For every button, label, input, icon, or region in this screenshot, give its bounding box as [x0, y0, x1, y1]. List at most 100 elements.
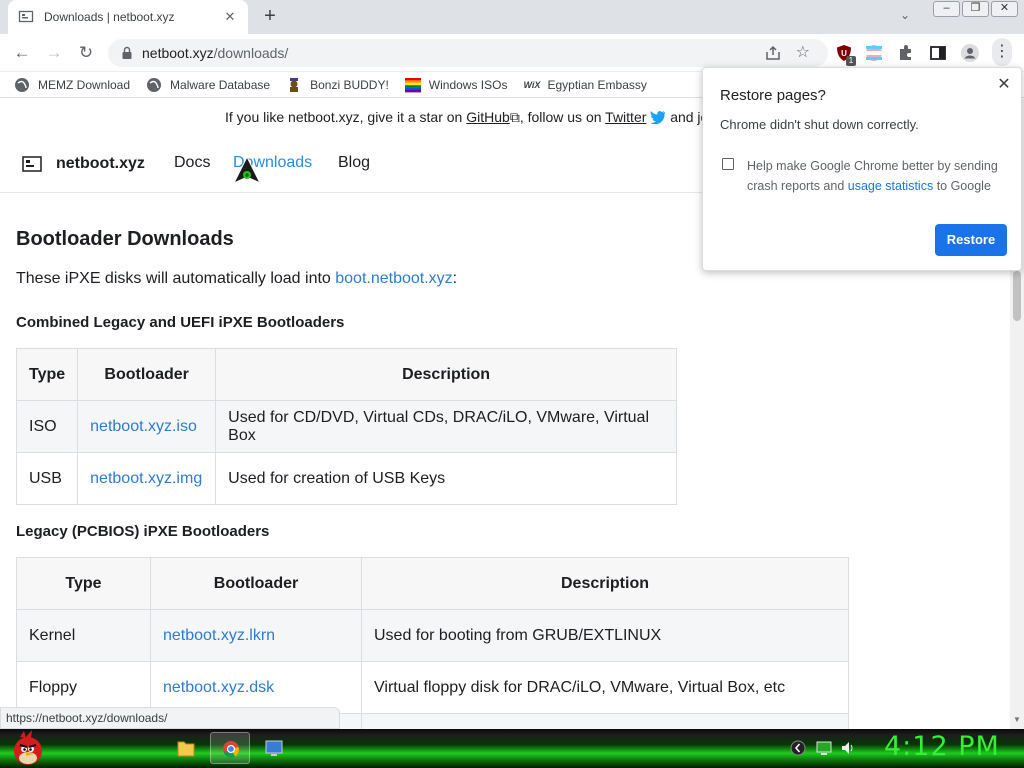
- angry-bird-start-icon[interactable]: [6, 727, 48, 767]
- bootloader-link[interactable]: netboot.xyz.lkrn: [150, 609, 362, 662]
- rainbow-flag-icon: [404, 77, 421, 92]
- table-row: Kernel netboot.xyz.lkrn Used for booting…: [16, 609, 849, 662]
- restore-window-button[interactable]: ❐: [962, 1, 989, 17]
- restore-pages-dialog: Restore pages? ✕ Chrome didn't shut down…: [702, 67, 1022, 271]
- bootloader-link[interactable]: netboot.xyz.dsk: [150, 661, 362, 714]
- bookmark-egyptian-embassy[interactable]: WiX Egyptian Embassy: [523, 78, 646, 92]
- wix-icon: WiX: [523, 79, 541, 90]
- banner-text: , follow us on: [519, 109, 606, 125]
- globe-icon: [147, 77, 162, 92]
- section-heading-legacy: Legacy (PCBIOS) iPXE Bootloaders: [16, 523, 270, 540]
- nav-docs[interactable]: Docs: [174, 154, 210, 172]
- column-header: Type: [16, 557, 151, 610]
- minimize-button[interactable]: –: [933, 1, 960, 17]
- twitter-link[interactable]: Twitter: [605, 109, 646, 125]
- nav-blog[interactable]: Blog: [338, 154, 370, 172]
- checkbox-label-text: to Google: [933, 179, 991, 193]
- usage-statistics-link[interactable]: usage statistics: [848, 179, 933, 193]
- bookmark-label: Windows ISOs: [428, 77, 508, 92]
- back-arrow-icon[interactable]: ←: [10, 41, 34, 65]
- page-favicon-icon: [18, 10, 34, 23]
- bookmark-memz[interactable]: MEMZ Download: [14, 77, 130, 93]
- announcement-banner: If you like netboot.xyz, give it a star …: [225, 109, 719, 126]
- network-tray-icon[interactable]: [816, 740, 832, 756]
- volume-tray-icon[interactable]: [840, 740, 856, 756]
- taskbar: 4:12 PM: [0, 729, 1024, 768]
- twitter-bird-icon: [650, 111, 666, 124]
- chrome-taskbar-button[interactable]: [210, 732, 250, 764]
- description-cell: Virtual floppy disk for DRAC/iLO, VMware…: [361, 661, 849, 714]
- scroll-thumb[interactable]: [1013, 271, 1021, 321]
- lock-icon: [122, 46, 132, 59]
- extension-badge: 1: [846, 56, 856, 66]
- window-controls: – ❐ ✕: [933, 1, 1018, 17]
- github-link[interactable]: GitHub: [466, 109, 510, 125]
- explorer-taskbar-button[interactable]: [166, 732, 206, 764]
- bookmark-bonzi[interactable]: Bonzi BUDDY!: [286, 77, 389, 93]
- crash-reports-checkbox[interactable]: [722, 158, 734, 170]
- share-icon[interactable]: [764, 44, 782, 62]
- section-heading-combined: Combined Legacy and UEFI iPXE Bootloader…: [16, 314, 345, 331]
- description-cell: Used for booting from GRUB/EXTLINUX: [361, 609, 849, 662]
- chrome-icon: [223, 741, 239, 758]
- bookmark-malware-db[interactable]: Malware Database: [146, 77, 270, 93]
- dialog-title: Restore pages?: [720, 87, 826, 104]
- side-panel-icon[interactable]: [928, 43, 948, 63]
- address-bar[interactable]: netboot.xyz/downloads/ ☆: [108, 39, 828, 67]
- cursor-icon: [232, 155, 262, 185]
- type-cell: Kernel: [16, 609, 151, 662]
- scroll-down-arrow-icon[interactable]: ▼: [1010, 713, 1024, 727]
- table-header-row: Type Bootloader Description: [16, 557, 849, 610]
- column-header: Bootloader: [150, 557, 362, 610]
- tab-downloads[interactable]: Downloads | netboot.xyz ✕: [8, 0, 248, 34]
- url-host: netboot.xyz: [142, 45, 214, 61]
- bootloader-link[interactable]: netboot.xyz.img: [77, 452, 217, 505]
- column-header: Description: [215, 348, 677, 401]
- tray-chevron-icon[interactable]: [790, 740, 806, 756]
- reload-icon[interactable]: ↻: [74, 41, 98, 65]
- pride-extension-icon[interactable]: [864, 43, 884, 63]
- tab-title: Downloads | netboot.xyz: [44, 10, 175, 24]
- bookmark-label: Bonzi BUDDY!: [310, 77, 389, 92]
- new-tab-button[interactable]: +: [258, 6, 282, 28]
- bookmark-label: Egyptian Embassy: [547, 77, 647, 92]
- dialog-close-icon[interactable]: ✕: [995, 76, 1013, 94]
- taskbar-clock[interactable]: 4:12 PM: [884, 731, 1000, 762]
- boot-link[interactable]: boot.netboot.xyz: [335, 270, 452, 287]
- bootloader-link[interactable]: netboot.xyz.iso: [77, 400, 217, 453]
- bookmark-windows-isos[interactable]: Windows ISOs: [404, 77, 508, 93]
- bonzi-gorilla-icon: [290, 77, 299, 92]
- banner-text: If you like netboot.xyz, give it a star …: [225, 109, 467, 125]
- link-status-bar: https://netboot.xyz/downloads/: [0, 707, 340, 729]
- desktop-taskbar-button[interactable]: [254, 732, 294, 764]
- site-name[interactable]: netboot.xyz: [56, 155, 145, 173]
- description-cell: [361, 713, 849, 729]
- tab-strip: Downloads | netboot.xyz ✕ + ⌄ – ❐ ✕: [0, 0, 1024, 34]
- dialog-message: Chrome didn't shut down correctly.: [720, 117, 919, 132]
- type-cell: Floppy: [16, 661, 151, 714]
- tab-close-icon[interactable]: ✕: [222, 9, 238, 25]
- extensions-puzzle-icon[interactable]: [896, 43, 916, 63]
- table-row: ISO netboot.xyz.iso Used for CD/DVD, Vir…: [15, 400, 677, 453]
- page-heading: Bootloader Downloads: [16, 228, 234, 250]
- bookmark-star-icon[interactable]: ☆: [796, 42, 810, 62]
- bookmark-label: MEMZ Download: [38, 77, 131, 92]
- forward-arrow-icon[interactable]: →: [42, 41, 66, 65]
- close-window-button[interactable]: ✕: [991, 1, 1018, 17]
- type-cell: ISO: [15, 400, 79, 453]
- column-header: Description: [361, 557, 849, 610]
- intro-text: These iPXE disks will automatically load…: [16, 270, 336, 287]
- url-text: netboot.xyz/downloads/: [142, 45, 288, 61]
- netboot-logo-icon[interactable]: [22, 156, 42, 172]
- intro-end: :: [452, 270, 458, 287]
- kebab-menu-icon[interactable]: ⋮: [992, 38, 1012, 66]
- table-header-row: Type Bootloader Description: [15, 348, 677, 401]
- folder-icon: [177, 741, 195, 757]
- intro-paragraph: These iPXE disks will automatically load…: [16, 270, 457, 288]
- profile-avatar-icon[interactable]: [960, 43, 980, 63]
- desktop-screen: Downloads | netboot.xyz ✕ + ⌄ – ❐ ✕ ← → …: [0, 0, 1024, 768]
- combined-bootloaders-table: Type Bootloader Description ISO netboot.…: [15, 348, 677, 505]
- external-link-icon: ⧉: [509, 109, 520, 125]
- restore-button[interactable]: Restore: [935, 224, 1007, 256]
- tab-search-chevron-icon[interactable]: ⌄: [895, 8, 915, 26]
